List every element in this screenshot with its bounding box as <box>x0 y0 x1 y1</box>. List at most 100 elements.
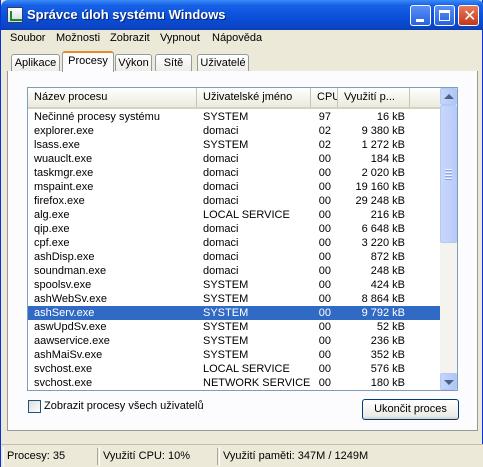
process-list[interactable]: Název procesu Uživatelské jméno CPU Využ… <box>27 87 458 391</box>
scrollbar-thumb[interactable] <box>440 105 457 243</box>
menu-moznosti[interactable]: Možnosti <box>53 30 103 47</box>
column-header-cpu[interactable]: CPU <box>311 88 338 107</box>
process-row[interactable]: firefox.exe domaci 00 29 248 kB <box>28 194 441 208</box>
process-row[interactable]: alg.exe LOCAL SERVICE 00 216 kB <box>28 208 441 222</box>
process-name: taskmgr.exe <box>34 167 94 179</box>
column-header-memory[interactable]: Využití p... <box>338 88 410 107</box>
process-row[interactable]: cpf.exe domaci 00 3 220 kB <box>28 236 441 250</box>
thumb-grip <box>445 172 452 173</box>
process-cpu: 00 <box>318 195 331 207</box>
process-row[interactable]: svchost.exe NETWORK SERVICE 00 180 kB <box>28 376 441 390</box>
process-name: Nečinné procesy systému <box>34 111 160 123</box>
process-list-header: Název procesu Uživatelské jméno CPU Využ… <box>28 88 441 109</box>
close-button[interactable]: ✕ <box>458 5 479 26</box>
process-memory: 29 248 kB <box>355 195 405 207</box>
process-name: lsass.exe <box>34 139 80 151</box>
process-row[interactable]: svchost.exe LOCAL SERVICE 00 576 kB <box>28 362 441 376</box>
process-memory: 6 648 kB <box>361 223 405 235</box>
thumb-grip <box>445 169 452 170</box>
process-row[interactable]: qip.exe domaci 00 6 648 kB <box>28 222 441 236</box>
column-header-user[interactable]: Uživatelské jméno <box>197 88 311 107</box>
minimize-button[interactable] <box>410 5 431 26</box>
status-cpu-usage: Využití CPU: 10% <box>99 447 217 466</box>
maximize-button[interactable] <box>434 5 455 26</box>
process-user: SYSTEM <box>203 335 249 347</box>
process-name: cpf.exe <box>34 237 70 249</box>
process-row[interactable]: lsass.exe SYSTEM 02 1 272 kB <box>28 138 441 152</box>
process-row[interactable]: spoolsv.exe SYSTEM 00 424 kB <box>28 278 441 292</box>
menu-zobrazit[interactable]: Zobrazit <box>107 30 153 47</box>
process-name: mspaint.exe <box>34 181 94 193</box>
process-row[interactable]: ashServ.exe SYSTEM 00 9 792 kB <box>28 306 441 320</box>
process-row[interactable]: aawservice.exe SYSTEM 00 236 kB <box>28 334 441 348</box>
process-memory: 236 kB <box>370 335 405 347</box>
menu-vypnout[interactable]: Vypnout <box>157 30 203 47</box>
process-name: ashServ.exe <box>34 307 95 319</box>
task-manager-icon <box>7 7 23 23</box>
tab-aplikace[interactable]: Aplikace <box>11 54 60 72</box>
process-memory: 52 kB <box>376 321 405 333</box>
process-row[interactable]: ashDisp.exe domaci 00 872 kB <box>28 250 441 264</box>
process-row[interactable]: taskmgr.exe domaci 00 2 020 kB <box>28 166 441 180</box>
process-row[interactable]: aswUpdSv.exe SYSTEM 00 52 kB <box>28 320 441 334</box>
maximize-icon <box>439 10 450 21</box>
process-memory: 180 kB <box>370 377 405 389</box>
scroll-down-button[interactable] <box>440 373 457 390</box>
menu-soubor[interactable]: Soubor <box>7 30 48 47</box>
title-bar[interactable]: Správce úloh systému Windows ✕ <box>1 0 483 30</box>
process-user: SYSTEM <box>203 139 249 151</box>
process-user: domaci <box>203 237 239 249</box>
process-row[interactable]: mspaint.exe domaci 00 19 160 kB <box>28 180 441 194</box>
process-row[interactable]: ashWebSv.exe SYSTEM 00 8 864 kB <box>28 292 441 306</box>
process-row[interactable]: Nečinné procesy systému SYSTEM 97 16 kB <box>28 110 441 124</box>
process-user: SYSTEM <box>203 349 249 361</box>
process-memory: 8 864 kB <box>361 293 405 305</box>
tab-procesy[interactable]: Procesy <box>62 51 114 72</box>
process-name: qip.exe <box>34 223 70 235</box>
tab-vykon[interactable]: Výkon <box>115 54 152 72</box>
process-user: LOCAL SERVICE <box>203 363 290 375</box>
process-name: explorer.exe <box>34 125 94 137</box>
end-process-button[interactable]: Ukončit proces <box>362 399 459 420</box>
vertical-scrollbar[interactable] <box>440 88 457 390</box>
process-row[interactable]: soundman.exe domaci 00 248 kB <box>28 264 441 278</box>
process-user: SYSTEM <box>203 279 249 291</box>
process-name: ashWebSv.exe <box>34 293 107 305</box>
column-header-name[interactable]: Název procesu <box>28 88 197 107</box>
status-process-count: Procesy: 35 <box>3 447 97 466</box>
process-memory: 872 kB <box>370 251 405 263</box>
menu-napoveda[interactable]: Nápověda <box>209 30 265 47</box>
process-row[interactable]: wuauclt.exe domaci 00 184 kB <box>28 152 441 166</box>
process-user: domaci <box>203 223 239 235</box>
process-memory: 19 160 kB <box>355 181 405 193</box>
process-cpu: 00 <box>318 307 331 319</box>
process-row[interactable]: ashMaiSv.exe SYSTEM 00 352 kB <box>28 348 441 362</box>
show-all-users-label[interactable]: Zobrazit procesy všech uživatelů <box>44 400 204 413</box>
process-memory: 3 220 kB <box>361 237 405 249</box>
minimize-icon <box>416 19 424 22</box>
status-separator <box>97 448 98 465</box>
process-row[interactable]: explorer.exe domaci 02 9 380 kB <box>28 124 441 138</box>
scroll-up-arrow-icon <box>444 94 454 99</box>
process-name: firefox.exe <box>34 195 85 207</box>
process-cpu: 00 <box>318 363 331 375</box>
show-all-users-checkbox[interactable] <box>28 400 41 413</box>
tab-uzivatele[interactable]: Uživatelé <box>197 54 249 72</box>
process-user: domaci <box>203 153 239 165</box>
process-cpu: 00 <box>318 279 331 291</box>
process-cpu: 00 <box>318 293 331 305</box>
scroll-up-button[interactable] <box>440 88 457 105</box>
tab-site[interactable]: Sítě <box>155 54 192 72</box>
menu-bar: Soubor Možnosti Zobrazit Vypnout Nápověd… <box>1 30 483 48</box>
process-user: NETWORK SERVICE <box>203 377 311 389</box>
process-user: SYSTEM <box>203 111 249 123</box>
process-cpu: 00 <box>318 335 331 347</box>
close-icon: ✕ <box>463 6 477 25</box>
process-cpu: 00 <box>318 349 331 361</box>
process-name: alg.exe <box>34 209 70 221</box>
process-memory: 576 kB <box>370 363 405 375</box>
process-memory: 184 kB <box>370 153 405 165</box>
thumb-grip <box>445 178 452 179</box>
process-name: ashDisp.exe <box>34 251 95 263</box>
process-memory: 16 kB <box>376 111 405 123</box>
